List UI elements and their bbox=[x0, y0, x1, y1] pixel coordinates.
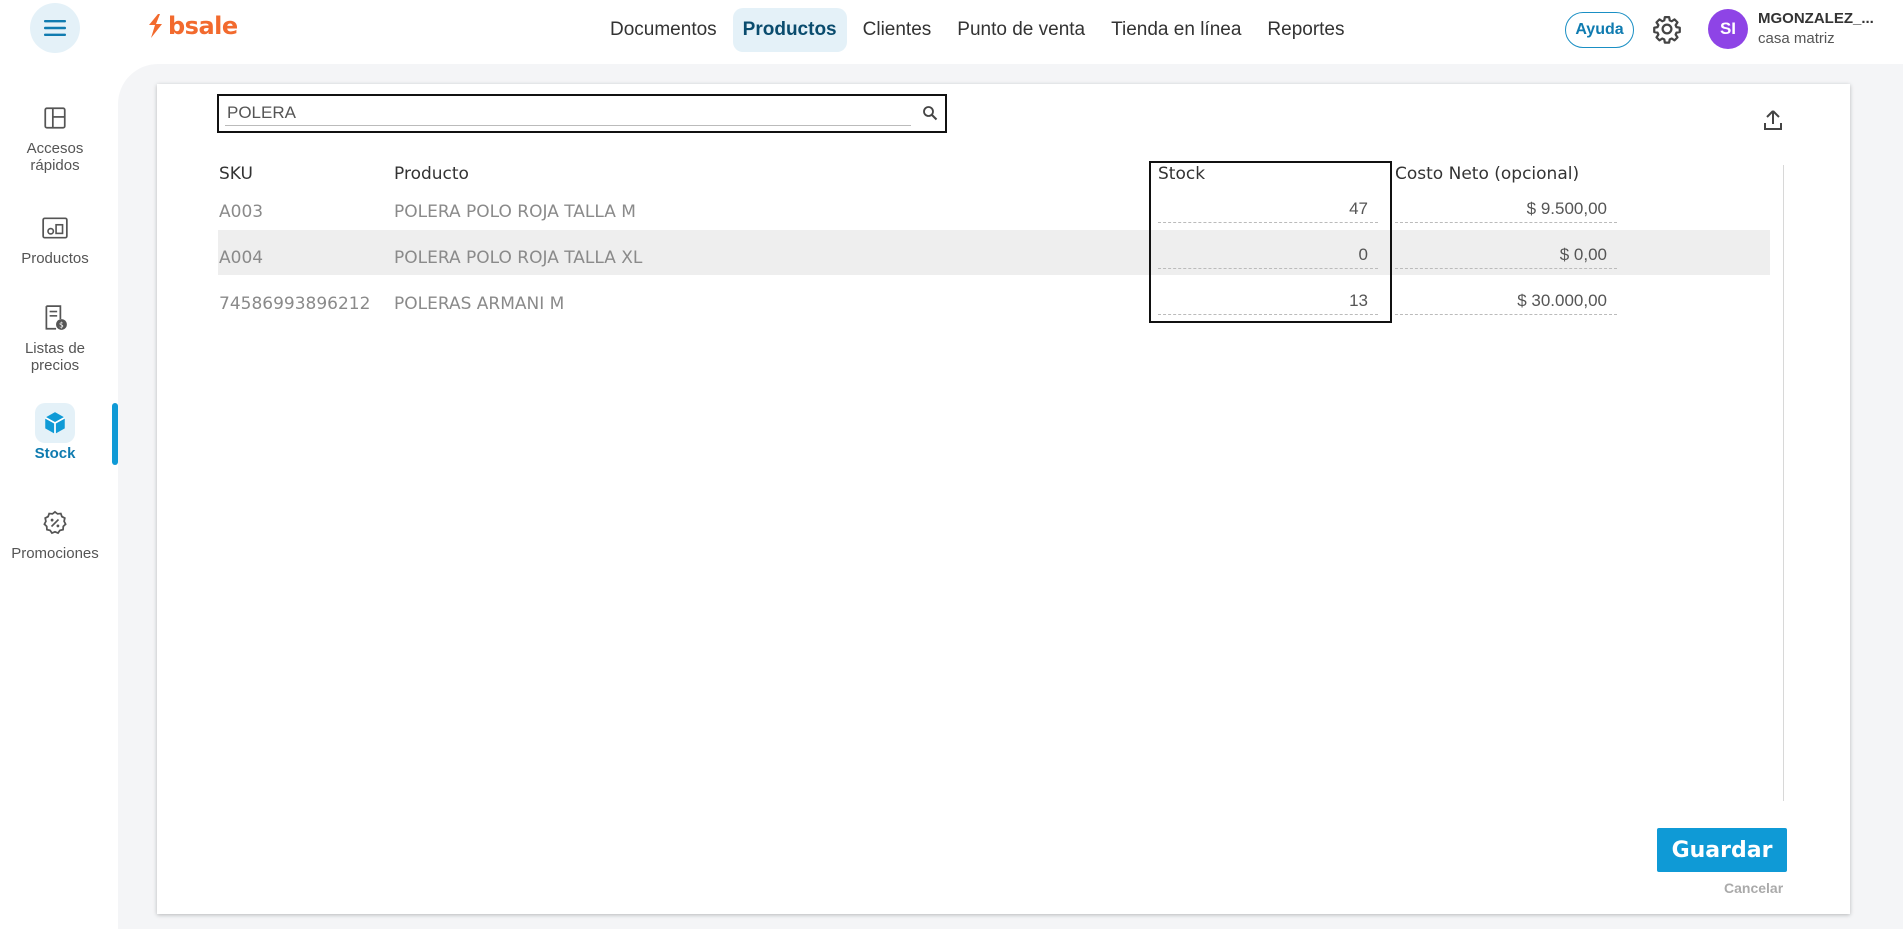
cost-input[interactable] bbox=[1395, 288, 1617, 315]
box-icon bbox=[35, 403, 75, 443]
sidebar-item-listas-de-precios[interactable]: $ Listas de precios bbox=[0, 298, 110, 374]
logo-text: bsale bbox=[168, 12, 238, 40]
search-input[interactable] bbox=[225, 100, 911, 126]
bsale-logo-icon bbox=[149, 14, 162, 38]
gear-icon[interactable] bbox=[1652, 14, 1682, 44]
sku-cell: A003 bbox=[219, 202, 264, 222]
sidebar: Accesos rápidos Productos $ Listas de pr… bbox=[0, 58, 118, 929]
product-cell: POLERA POLO ROJA TALLA M bbox=[394, 202, 636, 222]
stock-input[interactable] bbox=[1158, 288, 1378, 315]
branch-name: casa matriz bbox=[1758, 30, 1835, 47]
sidebar-item-label: Listas de precios bbox=[24, 340, 86, 374]
menu-button[interactable] bbox=[30, 3, 80, 53]
cancel-link[interactable]: Cancelar bbox=[1724, 880, 1783, 896]
hamburger-icon bbox=[44, 20, 66, 36]
stock-input[interactable] bbox=[1158, 242, 1378, 269]
search-icon[interactable] bbox=[922, 105, 938, 121]
column-header-sku: SKU bbox=[219, 164, 253, 184]
cost-input[interactable] bbox=[1395, 242, 1617, 269]
top-bar: bsale Documentos Productos Clientes Punt… bbox=[0, 0, 1903, 58]
product-cell: POLERAS ARMANI M bbox=[394, 294, 565, 314]
bsale-logo[interactable]: bsale bbox=[146, 12, 238, 40]
help-button[interactable]: Ayuda bbox=[1565, 12, 1634, 48]
search-box bbox=[217, 94, 947, 133]
sku-cell: A004 bbox=[219, 248, 264, 268]
column-header-cost: Costo Neto (opcional) bbox=[1395, 164, 1580, 184]
save-button[interactable]: Guardar bbox=[1657, 828, 1787, 872]
layout-icon bbox=[35, 98, 75, 138]
nav-punto-de-venta[interactable]: Punto de venta bbox=[947, 8, 1095, 52]
sidebar-item-label: Promociones bbox=[11, 545, 99, 562]
nav-productos[interactable]: Productos bbox=[732, 8, 847, 52]
nav-reportes[interactable]: Reportes bbox=[1257, 8, 1354, 52]
export-icon[interactable] bbox=[1761, 108, 1785, 132]
sidebar-item-accesos-rapidos[interactable]: Accesos rápidos bbox=[0, 98, 110, 174]
divider bbox=[1783, 165, 1784, 801]
sidebar-item-promociones[interactable]: Promociones bbox=[0, 503, 110, 562]
cost-input[interactable] bbox=[1395, 196, 1617, 223]
price-list-icon: $ bbox=[35, 298, 75, 338]
sidebar-item-label: Accesos rápidos bbox=[26, 140, 84, 174]
sidebar-item-label: Productos bbox=[21, 250, 89, 267]
table-row: 74586993896212 POLERAS ARMANI M bbox=[218, 280, 1770, 325]
products-icon bbox=[35, 208, 75, 248]
nav-clientes[interactable]: Clientes bbox=[853, 8, 942, 52]
svg-text:$: $ bbox=[59, 321, 64, 330]
sidebar-item-stock[interactable]: Stock bbox=[0, 403, 110, 462]
user-name[interactable]: MGONZALEZ_... bbox=[1758, 10, 1874, 27]
sku-cell: 74586993896212 bbox=[219, 294, 371, 314]
nav-tienda-en-linea[interactable]: Tienda en línea bbox=[1101, 8, 1251, 52]
sidebar-item-label: Stock bbox=[34, 445, 76, 462]
column-header-product: Producto bbox=[394, 164, 469, 184]
avatar[interactable]: SI bbox=[1708, 9, 1748, 49]
nav-documentos[interactable]: Documentos bbox=[600, 8, 727, 52]
product-cell: POLERA POLO ROJA TALLA XL bbox=[394, 248, 643, 268]
stock-input[interactable] bbox=[1158, 196, 1378, 223]
discount-icon bbox=[35, 503, 75, 543]
main-nav: Documentos Productos Clientes Punto de v… bbox=[600, 8, 1355, 52]
table-row: A003 POLERA POLO ROJA TALLA M bbox=[218, 190, 1770, 235]
column-header-stock: Stock bbox=[1158, 164, 1206, 184]
table-row: A004 POLERA POLO ROJA TALLA XL bbox=[218, 230, 1770, 275]
sidebar-item-productos[interactable]: Productos bbox=[0, 208, 110, 267]
